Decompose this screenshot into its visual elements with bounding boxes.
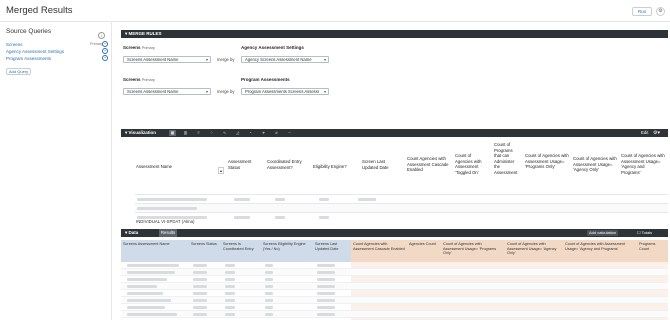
- table-row: [121, 311, 668, 318]
- map-icon[interactable]: ⌖: [260, 130, 267, 136]
- data-grid: Screens Assessment Name Screens Status S…: [121, 240, 668, 320]
- totals-label: Totals: [641, 230, 653, 235]
- source-name: Screens: [123, 45, 141, 50]
- pie-chart-icon[interactable]: ◔: [247, 130, 254, 136]
- more-icon[interactable]: ⋯: [286, 130, 293, 136]
- column-header[interactable]: Count of Agencies with Assessment 'Toggl…: [455, 153, 489, 175]
- sort-icon[interactable]: ▴: [218, 167, 224, 174]
- right-field-select[interactable]: Program Assessments Screens Assessr: [241, 88, 329, 95]
- column-header[interactable]: Count Agencies with Assessment Cascade E…: [351, 240, 407, 262]
- run-button[interactable]: Run: [632, 7, 652, 16]
- primary-badge: Primary: [141, 78, 155, 82]
- add-query-button[interactable]: Add Query: [6, 68, 32, 75]
- sidebar-item-label: Program Assessments: [6, 56, 52, 61]
- table-row-label: INDIVIDUAL VI-SPDAT (Alma): [136, 219, 195, 224]
- visualization-toolbar: ▾ Visualization ▦ ▥ ≡ ⁘ ∿ ◿ ◔ ⌖ # ⋯ Edit…: [121, 129, 668, 137]
- column-header[interactable]: Screens Eligibility Engine (Yes / No): [261, 240, 313, 262]
- column-header[interactable]: Screens Last Updated Date: [313, 240, 351, 262]
- scatter-icon[interactable]: ⁘: [208, 130, 215, 136]
- column-header[interactable]: Screen Last Updated Date: [362, 159, 398, 170]
- merge-left-label: Screens Primary: [123, 45, 155, 50]
- column-header[interactable]: Count of Agencies with Assessment Usage=…: [505, 240, 563, 262]
- merge-by-label: merge by: [217, 57, 235, 62]
- gear-icon[interactable]: ⚙: [656, 7, 665, 16]
- add-icon[interactable]: +: [102, 41, 108, 47]
- tab-data[interactable]: ▾ Data: [125, 229, 138, 237]
- totals-checkbox[interactable]: ☐ Totals: [637, 229, 652, 237]
- tab-results[interactable]: Results: [159, 229, 177, 237]
- line-chart-icon[interactable]: ∿: [221, 130, 228, 136]
- visualization-table: Assessment Name ▴ Assessment Status Coor…: [121, 137, 668, 225]
- data-tab-label: Data: [128, 230, 139, 235]
- source-name: Screens: [123, 77, 141, 82]
- table-row: [121, 269, 668, 276]
- merge-rules-header[interactable]: ▾ MERGE RULES: [121, 30, 668, 38]
- add-icon[interactable]: +: [102, 55, 108, 61]
- edit-button[interactable]: Edit: [641, 129, 648, 137]
- left-field-select[interactable]: Screens Assessment Name: [123, 88, 211, 95]
- add-calculation-button[interactable]: Add calculation: [587, 230, 619, 236]
- column-chart-icon[interactable]: ▥: [182, 130, 189, 136]
- sidebar-item-agency-assessment-settings[interactable]: Agency Assessment Settings +: [6, 48, 108, 56]
- sidebar-item-screens[interactable]: Screens Primary +: [6, 41, 108, 49]
- table-row: [121, 297, 668, 304]
- column-header[interactable]: Programs Count: [637, 240, 668, 262]
- info-icon[interactable]: i: [98, 32, 105, 39]
- primary-badge: Primary: [141, 46, 155, 50]
- table-row: [135, 203, 668, 212]
- column-header[interactable]: Agencies Count: [407, 240, 441, 262]
- gear-icon[interactable]: ⚙▾: [653, 129, 660, 137]
- merge-right-label: Agency Assessment Settings: [241, 45, 304, 50]
- bar-chart-icon[interactable]: ≡: [195, 130, 202, 136]
- source-queries-sidebar: Source Queries i Screens Primary + Agenc…: [0, 22, 112, 320]
- visualization-label: Visualization: [128, 130, 156, 135]
- sidebar-item-label: Agency Assessment Settings: [6, 49, 65, 54]
- column-header[interactable]: Assessment Status: [228, 159, 258, 170]
- table-row: [121, 276, 668, 283]
- table-row: [121, 304, 668, 311]
- table-row: [135, 194, 668, 203]
- table-icon[interactable]: ▦: [169, 130, 176, 136]
- table-row: [121, 290, 668, 297]
- sidebar-title: Source Queries: [6, 28, 52, 35]
- table-row: [121, 283, 668, 290]
- column-header[interactable]: Count of Agencies with Assessment Usage=…: [563, 240, 637, 262]
- add-icon[interactable]: +: [102, 48, 108, 54]
- data-toolbar: ▾ Data Results Add calculation ☐ Totals: [121, 229, 668, 237]
- table-row: [121, 262, 668, 269]
- column-header[interactable]: Count of Agencies with Assessment Usage=…: [525, 153, 569, 170]
- merge-by-label: merge by: [217, 89, 235, 94]
- column-header[interactable]: Count Agencies with Assessment Cascade E…: [407, 156, 451, 173]
- sidebar-item-program-assessments[interactable]: Program Assessments +: [6, 55, 108, 63]
- column-header[interactable]: Screens Assessment Name: [121, 240, 189, 262]
- sidebar-item-label: Screens: [6, 42, 23, 47]
- column-header[interactable]: Count of Programs that can Administer th…: [494, 142, 520, 175]
- merge-left-label: Screens Primary: [123, 77, 155, 82]
- right-field-select[interactable]: Agency Screens Assessment Name: [241, 56, 329, 63]
- column-header[interactable]: Assessment Name: [136, 164, 206, 170]
- merge-rules-title: MERGE RULES: [128, 31, 162, 36]
- page-title: Merged Results: [6, 5, 73, 16]
- area-chart-icon[interactable]: ◿: [234, 130, 241, 136]
- column-header[interactable]: Count of Agencies with Assessment Usage=…: [573, 156, 617, 173]
- column-header[interactable]: Eligibility Engine?: [313, 164, 353, 170]
- left-field-select[interactable]: Screens Assessment Name: [123, 56, 211, 63]
- single-value-icon[interactable]: #: [273, 130, 280, 136]
- column-header[interactable]: Screens Is Coordinated Entry: [221, 240, 261, 262]
- column-header[interactable]: Count of Agencies with Assessment Usage=…: [621, 153, 665, 175]
- column-header[interactable]: Coordinated Entry Assessment?: [267, 159, 307, 170]
- column-header[interactable]: Count of Agencies with Assessment Usage=…: [441, 240, 505, 262]
- merge-right-label: Program Assessments: [241, 77, 290, 82]
- column-header[interactable]: Screens Status: [189, 240, 221, 262]
- top-bar: Merged Results Run ⚙: [0, 0, 670, 22]
- visualization-title[interactable]: ▾ Visualization: [125, 129, 156, 137]
